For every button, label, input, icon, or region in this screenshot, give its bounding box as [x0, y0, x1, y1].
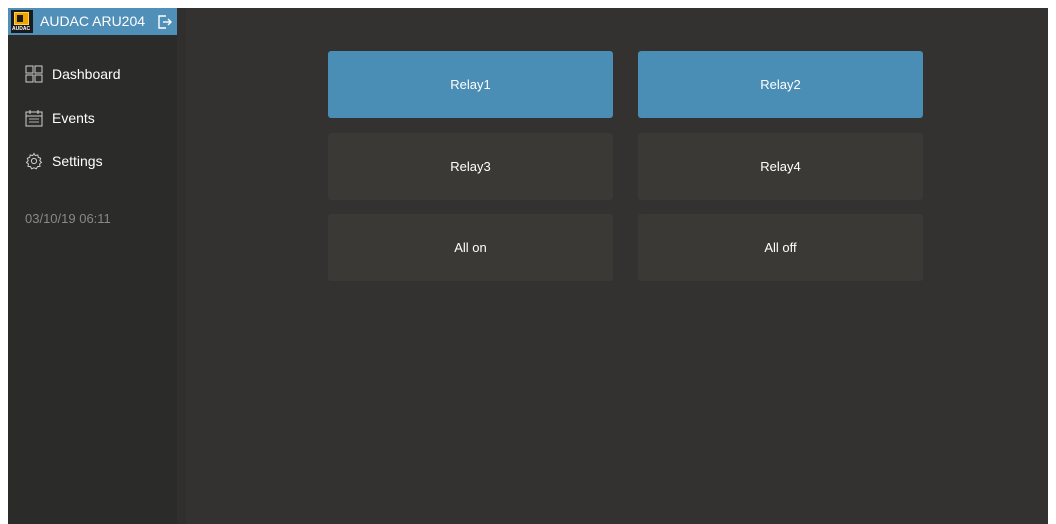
logo-wordmark: AUDAC: [12, 26, 31, 32]
logo-mark: [14, 12, 29, 25]
all-on-button[interactable]: All on: [328, 214, 613, 281]
tile-label: All off: [764, 240, 797, 255]
tile-label: All on: [454, 240, 487, 255]
logout-button[interactable]: [157, 14, 173, 30]
sidebar-divider: [177, 8, 186, 524]
sidebar-item-label: Settings: [52, 153, 103, 169]
sidebar-item-dashboard[interactable]: Dashboard: [8, 59, 177, 89]
tile-label: Relay3: [450, 159, 491, 174]
relay3-button[interactable]: Relay3: [328, 133, 613, 200]
relay4-button[interactable]: Relay4: [638, 133, 923, 200]
all-off-button[interactable]: All off: [638, 214, 923, 281]
tile-label: Relay4: [760, 159, 801, 174]
sidebar-item-label: Dashboard: [52, 66, 121, 82]
relay2-button[interactable]: Relay2: [638, 51, 923, 118]
current-datetime: 03/10/19 06:11: [25, 211, 111, 226]
tile-label: Relay1: [450, 77, 491, 92]
relay1-button[interactable]: Relay1: [328, 51, 613, 118]
logout-icon: [158, 15, 172, 29]
sidebar-item-settings[interactable]: Settings: [8, 146, 177, 176]
app-header: AUDAC AUDAC ARU204: [8, 8, 177, 35]
gear-icon: [25, 152, 43, 170]
app-title: AUDAC ARU204: [40, 13, 146, 29]
tile-label: Relay2: [760, 77, 801, 92]
calendar-icon: [25, 110, 43, 127]
sidebar-item-events[interactable]: Events: [8, 103, 177, 133]
dashboard-grid-icon: [25, 65, 43, 83]
audac-logo: AUDAC: [11, 10, 33, 33]
sidebar-item-label: Events: [52, 110, 95, 126]
sidebar: AUDAC AUDAC ARU204 Dashboard Events Sett…: [8, 8, 177, 524]
app-window: AUDAC AUDAC ARU204 Dashboard Events Sett…: [8, 8, 1048, 524]
